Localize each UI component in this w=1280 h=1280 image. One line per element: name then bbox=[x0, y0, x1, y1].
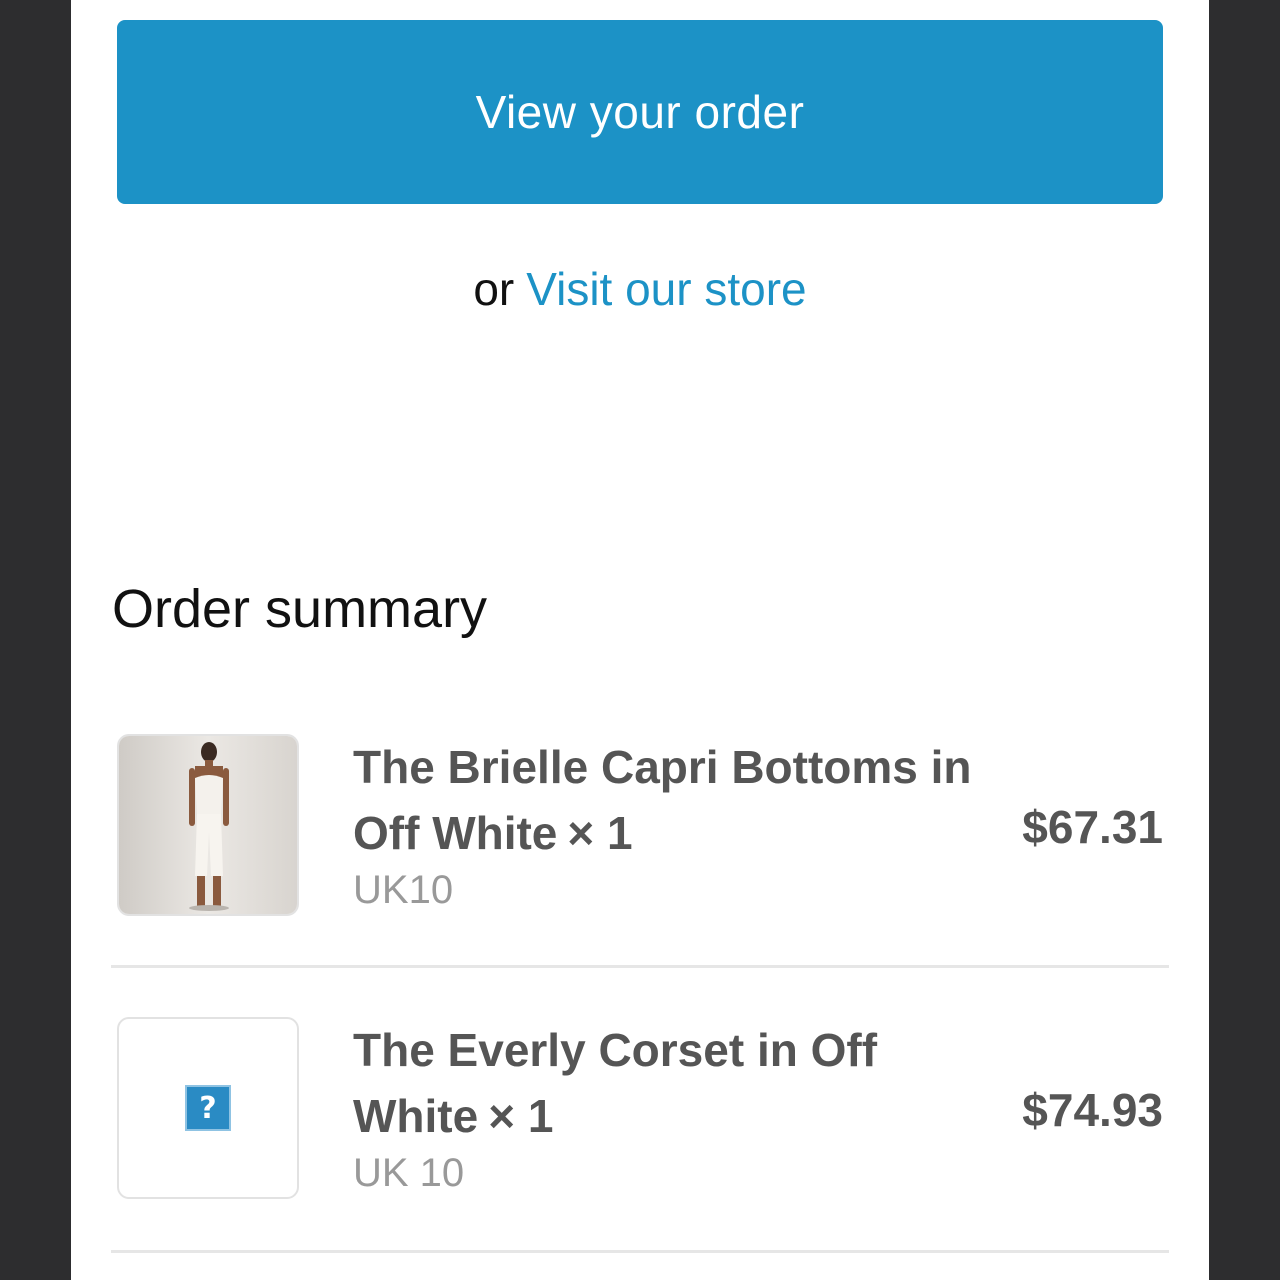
missing-image-icon: ? bbox=[185, 1085, 231, 1131]
view-order-button[interactable]: View your order bbox=[117, 20, 1163, 204]
visit-store-line: or Visit our store bbox=[71, 262, 1209, 316]
item-price: $74.93 bbox=[1022, 1084, 1163, 1136]
order-line-item: The Brielle Capri Bottoms in Off White × … bbox=[111, 732, 1169, 966]
order-summary-title: Order summary bbox=[112, 579, 488, 639]
email-body: View your order or Visit our store Order … bbox=[71, 0, 1209, 1280]
item-name: The Brielle Capri Bottoms in Off White × … bbox=[353, 734, 973, 866]
item-divider bbox=[111, 1250, 1169, 1253]
item-name: The Everly Corset in Off White × 1 bbox=[353, 1017, 973, 1149]
item-quantity: × 1 bbox=[567, 807, 633, 859]
visit-store-link[interactable]: Visit our store bbox=[526, 263, 806, 315]
item-price: $67.31 bbox=[1022, 801, 1163, 853]
item-variant: UK10 bbox=[353, 868, 454, 912]
item-name-text: The Everly Corset in Off White bbox=[353, 1024, 878, 1142]
item-divider bbox=[111, 965, 1169, 968]
product-photo bbox=[119, 736, 297, 914]
item-variant: UK 10 bbox=[353, 1151, 465, 1195]
item-quantity: × 1 bbox=[488, 1090, 554, 1142]
view-order-label: View your order bbox=[475, 86, 805, 138]
or-text: or bbox=[473, 263, 515, 315]
product-thumbnail: ? bbox=[117, 1017, 299, 1199]
item-name-text: The Brielle Capri Bottoms in Off White bbox=[353, 741, 972, 859]
order-line-item: ? The Everly Corset in Off White × 1 UK 1… bbox=[111, 1015, 1169, 1249]
product-thumbnail bbox=[117, 734, 299, 916]
